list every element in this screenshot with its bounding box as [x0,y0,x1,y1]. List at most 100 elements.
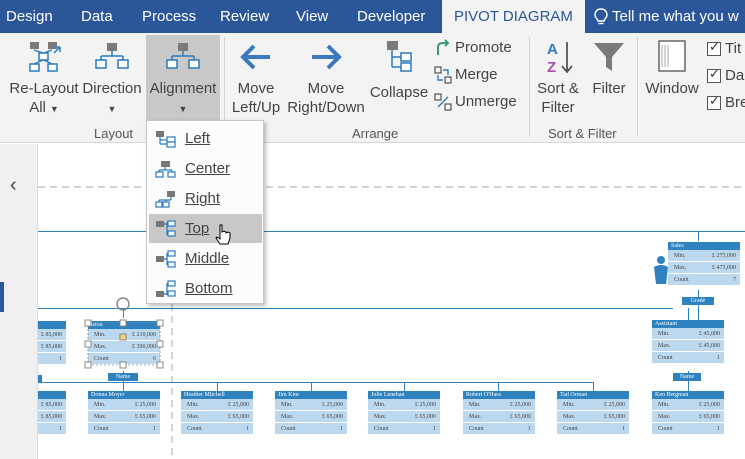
alignment-dropdown-menu: Left Center Right Top Middle Bottom [146,120,264,304]
direction-label: Direction [82,80,142,97]
promote-button[interactable]: Promote [434,37,512,59]
move-right-label: Move [307,80,345,97]
node-title: Jim Kim [275,391,347,399]
move-right-down-button[interactable]: Move Right/Down [285,41,367,121]
node-title: Jolie Lenehan [368,391,440,399]
breakdown-label-grade[interactable]: Grade [682,297,714,305]
collapse-button[interactable]: Collapse [368,37,430,121]
node-person[interactable]: Jolie Lenehan Min. £ 25,000 Max. £ 65,000 … [368,391,440,435]
alignment-button[interactable]: Alignment ▼ [146,35,220,121]
drawing-canvas[interactable]: Sales Min. £ 275,000 Max. £ 475,000 Count 7… [0,144,745,459]
menu-item-align-middle[interactable]: Middle [149,244,262,273]
tab-review[interactable]: Review [220,0,269,33]
move-left-label: Move [237,80,275,97]
move-left-up-button[interactable]: Move Left/Up [228,41,284,121]
node-row-max: Max. £ 475,000 [668,262,740,274]
tell-me-box[interactable]: Tell me what you w [594,0,739,33]
relayout-label: Re-Layout [9,80,79,97]
sort-az-icon: A Z [547,41,573,76]
menu-item-label: Right [185,190,221,207]
node-person[interactable]: Heather Mitchell Min. £ 25,000 Max. £ 65,0… [181,391,253,435]
node-row-count: Count 7 [668,274,740,286]
checkbox-data-label: Da [725,67,745,84]
direction-button[interactable]: Direction ▼ [80,37,144,121]
alignment-icon [166,43,200,69]
filter-button[interactable]: Filter [586,37,632,121]
breakdown-label-name[interactable]: Name [108,373,138,381]
tell-me-text: Tell me what you w [612,8,739,25]
move-left-sub: Left/Up [231,99,281,116]
window-label: Window [645,80,699,97]
filter-icon [594,43,624,71]
breakdown-label-name[interactable]: Name [673,373,701,381]
checkbox-data[interactable]: Da [707,66,745,84]
checkbox-breakdown-label: Bre [725,94,745,111]
menu-item-align-center[interactable]: Center [149,154,262,183]
svg-text:A: A [547,41,558,58]
menu-item-label: Middle [185,250,230,267]
pane-indicator [0,282,4,312]
node-person[interactable]: Tad Orman Min. £ 25,000 Max. £ 65,000 Coun… [557,391,629,435]
relayout-sub: All [29,99,46,116]
node-title: Ken Bergman [652,391,724,399]
relayout-all-button[interactable]: Re-Layout All ▼ [6,37,82,121]
menu-item-align-right[interactable]: Right [149,184,262,213]
relayout-icon [29,42,61,72]
checkbox-title[interactable]: Tit [707,39,742,57]
checkbox-breakdown[interactable]: Bre [707,93,745,111]
merge-button[interactable]: Merge [434,64,498,86]
node-row-min: Min. £ 275,000 [668,250,740,262]
node-person[interactable]: Jim Kim Min. £ 25,000 Max. £ 65,000 Count 1 [275,391,347,435]
sort-filter-sub: Filter [541,99,575,116]
node-title: Sales [668,242,740,250]
tab-data[interactable]: Data [81,0,113,33]
connector-line [38,375,42,382]
lightbulb-icon [594,8,608,25]
menu-item-align-bottom[interactable]: Bottom [149,274,262,303]
connector-line [38,231,745,232]
dropdown-arrow-icon: ▼ [49,104,59,114]
node-title: Heather Mitchell [181,391,253,399]
menu-item-label: Left [185,130,211,147]
node-title: Assistant [652,320,724,328]
shapes-pane-collapsed: ‹ [0,144,38,459]
collapse-label: Collapse [369,84,429,101]
connector-line [688,308,689,320]
node-sales[interactable]: Sales Min. £ 275,000 Max. £ 475,000 Count 7 [668,242,740,286]
node-person[interactable]: Donna Moyer Min. £ 25,000 Max. £ 65,000 Co… [88,391,160,435]
tab-developer[interactable]: Developer [357,0,425,33]
node-person[interactable]: Robert O'Hara Min. £ 25,000 Max. £ 65,000 … [463,391,535,435]
checkbox-checked-icon [707,93,721,111]
tab-process[interactable]: Process [142,0,196,33]
tab-design[interactable]: Design [6,0,53,33]
tab-view[interactable]: View [296,0,328,33]
arrow-right-icon [312,44,342,70]
align-middle-icon [156,250,176,268]
menu-item-label: Center [185,160,231,177]
menu-item-align-top[interactable]: Top [149,214,262,245]
unmerge-label: Unmerge [455,93,517,110]
filter-label: Filter [592,80,626,97]
node-title: Tad Orman [557,391,629,399]
merge-label: Merge [455,66,498,83]
sort-filter-button[interactable]: A Z Sort & Filter [533,37,583,121]
selection-handles[interactable] [84,294,164,374]
window-button[interactable]: Window [642,37,702,121]
checkbox-title-label: Tit [725,40,742,57]
svg-text:Z: Z [547,59,556,76]
sort-filter-label: Sort & [537,80,579,97]
group-label-sort-filter: Sort & Filter [548,126,617,141]
node-person[interactable]: Ken Bergman Min. £ 25,000 Max. £ 65,000 Co… [652,391,724,435]
menu-item-label: Top [185,220,210,237]
align-left-icon [156,131,176,148]
merge-icon [434,66,452,84]
tab-pivot-diagram[interactable]: PIVOT DIAGRAM [442,0,585,33]
expand-pane-chevron-icon[interactable]: ‹ [10,174,17,197]
menu-item-align-left[interactable]: Left [149,124,262,153]
node-assistant[interactable]: Assistant Min. £ 45,000 Max. £ 45,000 Coun… [652,320,724,364]
align-top-icon [156,220,176,237]
node-row-min: Min. £ 45,000 [652,328,724,340]
node-row-max: Max. £ 45,000 [652,340,724,352]
group-label-arrange: Arrange [352,126,399,141]
unmerge-button[interactable]: Unmerge [434,91,517,113]
